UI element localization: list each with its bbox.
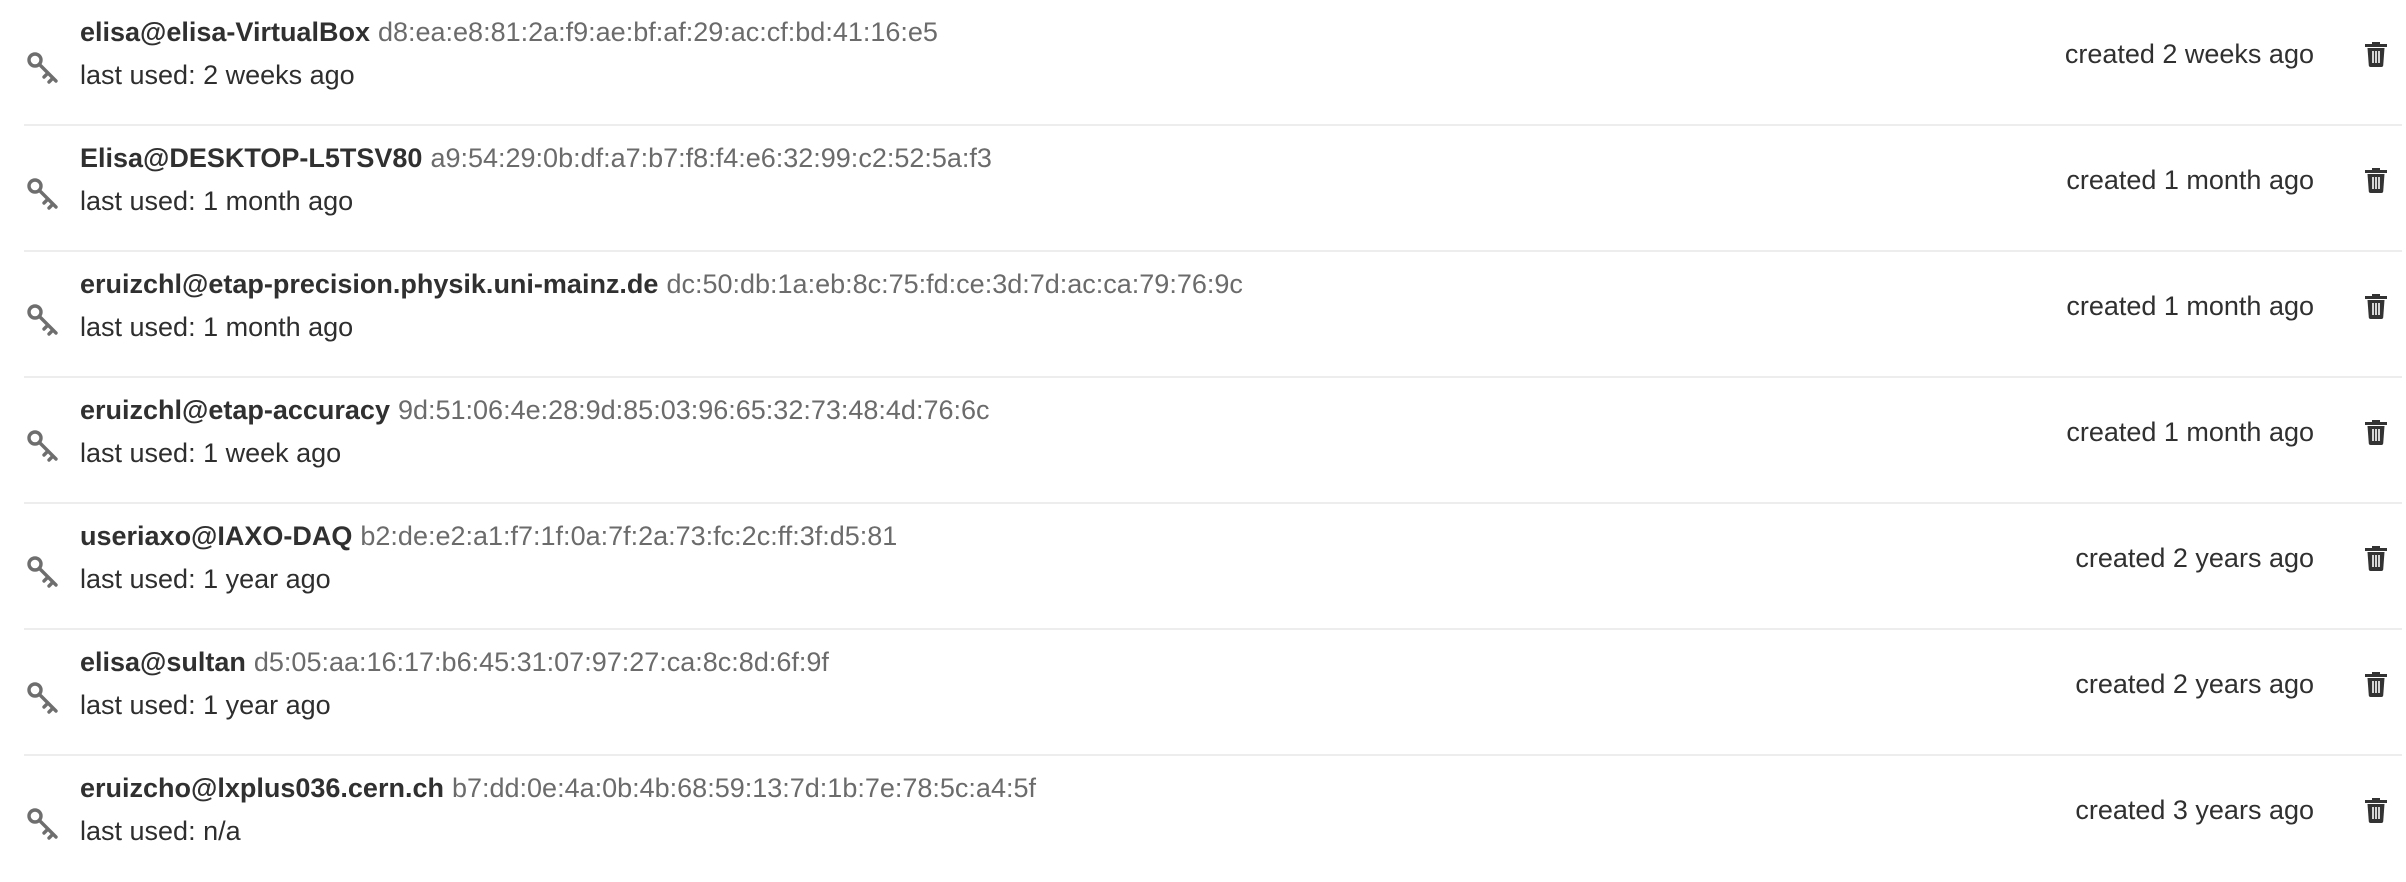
key-last-used: last used: n/a: [80, 816, 241, 846]
delete-key-button[interactable]: [2356, 160, 2396, 200]
key-last-used: last used: 1 month ago: [80, 312, 354, 342]
key-icon: [24, 806, 60, 842]
key-last-used: last used: 1 month ago: [80, 186, 354, 216]
key-last-used: last used: 1 year ago: [80, 690, 331, 720]
delete-key-button[interactable]: [2356, 412, 2396, 452]
delete-key-button[interactable]: [2356, 34, 2396, 74]
delete-key-button[interactable]: [2356, 286, 2396, 326]
delete-key-button[interactable]: [2356, 664, 2396, 704]
key-created-date: created 2 years ago: [2075, 669, 2314, 699]
key-title[interactable]: eruizcho@lxplus036.cern.ch: [80, 773, 444, 803]
trash-icon: [2365, 41, 2387, 67]
key-title[interactable]: elisa@sultan: [80, 647, 246, 677]
key-title[interactable]: useriaxo@IAXO-DAQ: [80, 521, 352, 551]
trash-icon: [2365, 293, 2387, 319]
key-created-date: created 2 weeks ago: [2064, 39, 2314, 69]
key-title[interactable]: Elisa@DESKTOP-L5TSV80: [80, 143, 422, 173]
key-title[interactable]: eruizchl@etap-precision.physik.uni-mainz…: [80, 269, 658, 299]
key-title[interactable]: elisa@elisa-VirtualBox: [80, 17, 370, 47]
key-created-date: created 1 month ago: [2066, 291, 2314, 321]
trash-icon: [2365, 545, 2387, 571]
key-last-used: last used: 2 weeks ago: [80, 60, 355, 90]
ssh-key-row: useriaxo@IAXO-DAQ b2:de:e2:a1:f7:1f:0a:7f…: [24, 504, 2402, 630]
key-fingerprint: b2:de:e2:a1:f7:1f:0a:7f:2a:73:fc:2c:ff:3…: [360, 521, 898, 551]
key-created-date: created 1 month ago: [2066, 165, 2314, 195]
key-created-date: created 3 years ago: [2075, 795, 2314, 825]
key-fingerprint: b7:dd:0e:4a:0b:4b:68:59:13:7d:1b:7e:78:5…: [451, 773, 1036, 803]
ssh-key-row: eruizchl@etap-precision.physik.uni-mainz…: [24, 252, 2402, 378]
ssh-key-row: elisa@sultan d5:05:aa:16:17:b6:45:31:07:9…: [24, 630, 2402, 756]
ssh-key-row: eruizcho@lxplus036.cern.ch b7:dd:0e:4a:0b…: [24, 756, 2402, 882]
ssh-key-row: Elisa@DESKTOP-L5TSV80 a9:54:29:0b:df:a7:b…: [24, 126, 2402, 252]
key-fingerprint: d8:ea:e8:81:2a:f9:ae:bf:af:29:ac:cf:bd:4…: [377, 17, 938, 47]
key-icon: [24, 428, 60, 464]
key-icon: [24, 50, 60, 86]
key-title-line: eruizchl@etap-accuracy 9d:51:06:4e:28:9d:…: [80, 390, 990, 430]
ssh-key-list: elisa@elisa-VirtualBox d8:ea:e8:81:2a:f9:…: [0, 0, 2406, 880]
key-title-line: elisa@elisa-VirtualBox d8:ea:e8:81:2a:f9:…: [80, 12, 938, 52]
ssh-key-row: elisa@elisa-VirtualBox d8:ea:e8:81:2a:f9:…: [24, 0, 2402, 126]
key-fingerprint: d5:05:aa:16:17:b6:45:31:07:97:27:ca:8c:8…: [253, 647, 829, 677]
key-created-date: created 2 years ago: [2075, 543, 2314, 573]
trash-icon: [2365, 797, 2387, 823]
key-title-line: eruizchl@etap-precision.physik.uni-mainz…: [80, 264, 1243, 304]
key-fingerprint: a9:54:29:0b:df:a7:b7:f8:f4:e6:32:99:c2:5…: [430, 143, 992, 173]
key-title-line: Elisa@DESKTOP-L5TSV80 a9:54:29:0b:df:a7:b…: [80, 138, 992, 178]
key-icon: [24, 302, 60, 338]
trash-icon: [2365, 167, 2387, 193]
key-last-used: last used: 1 year ago: [80, 564, 331, 594]
key-title-line: eruizcho@lxplus036.cern.ch b7:dd:0e:4a:0b…: [80, 768, 1036, 808]
key-icon: [24, 680, 60, 716]
key-title-line: useriaxo@IAXO-DAQ b2:de:e2:a1:f7:1f:0a:7f…: [80, 516, 897, 556]
key-icon: [24, 554, 60, 590]
key-icon: [24, 176, 60, 212]
key-title[interactable]: eruizchl@etap-accuracy: [80, 395, 390, 425]
key-title-line: elisa@sultan d5:05:aa:16:17:b6:45:31:07:9…: [80, 642, 829, 682]
delete-key-button[interactable]: [2356, 790, 2396, 830]
trash-icon: [2365, 671, 2387, 697]
key-fingerprint: dc:50:db:1a:eb:8c:75:fd:ce:3d:7d:ac:ca:7…: [666, 269, 1243, 299]
key-created-date: created 1 month ago: [2066, 417, 2314, 447]
trash-icon: [2365, 419, 2387, 445]
delete-key-button[interactable]: [2356, 538, 2396, 578]
key-last-used: last used: 1 week ago: [80, 438, 342, 468]
key-fingerprint: 9d:51:06:4e:28:9d:85:03:96:65:32:73:48:4…: [397, 395, 990, 425]
ssh-key-row: eruizchl@etap-accuracy 9d:51:06:4e:28:9d:…: [24, 378, 2402, 504]
